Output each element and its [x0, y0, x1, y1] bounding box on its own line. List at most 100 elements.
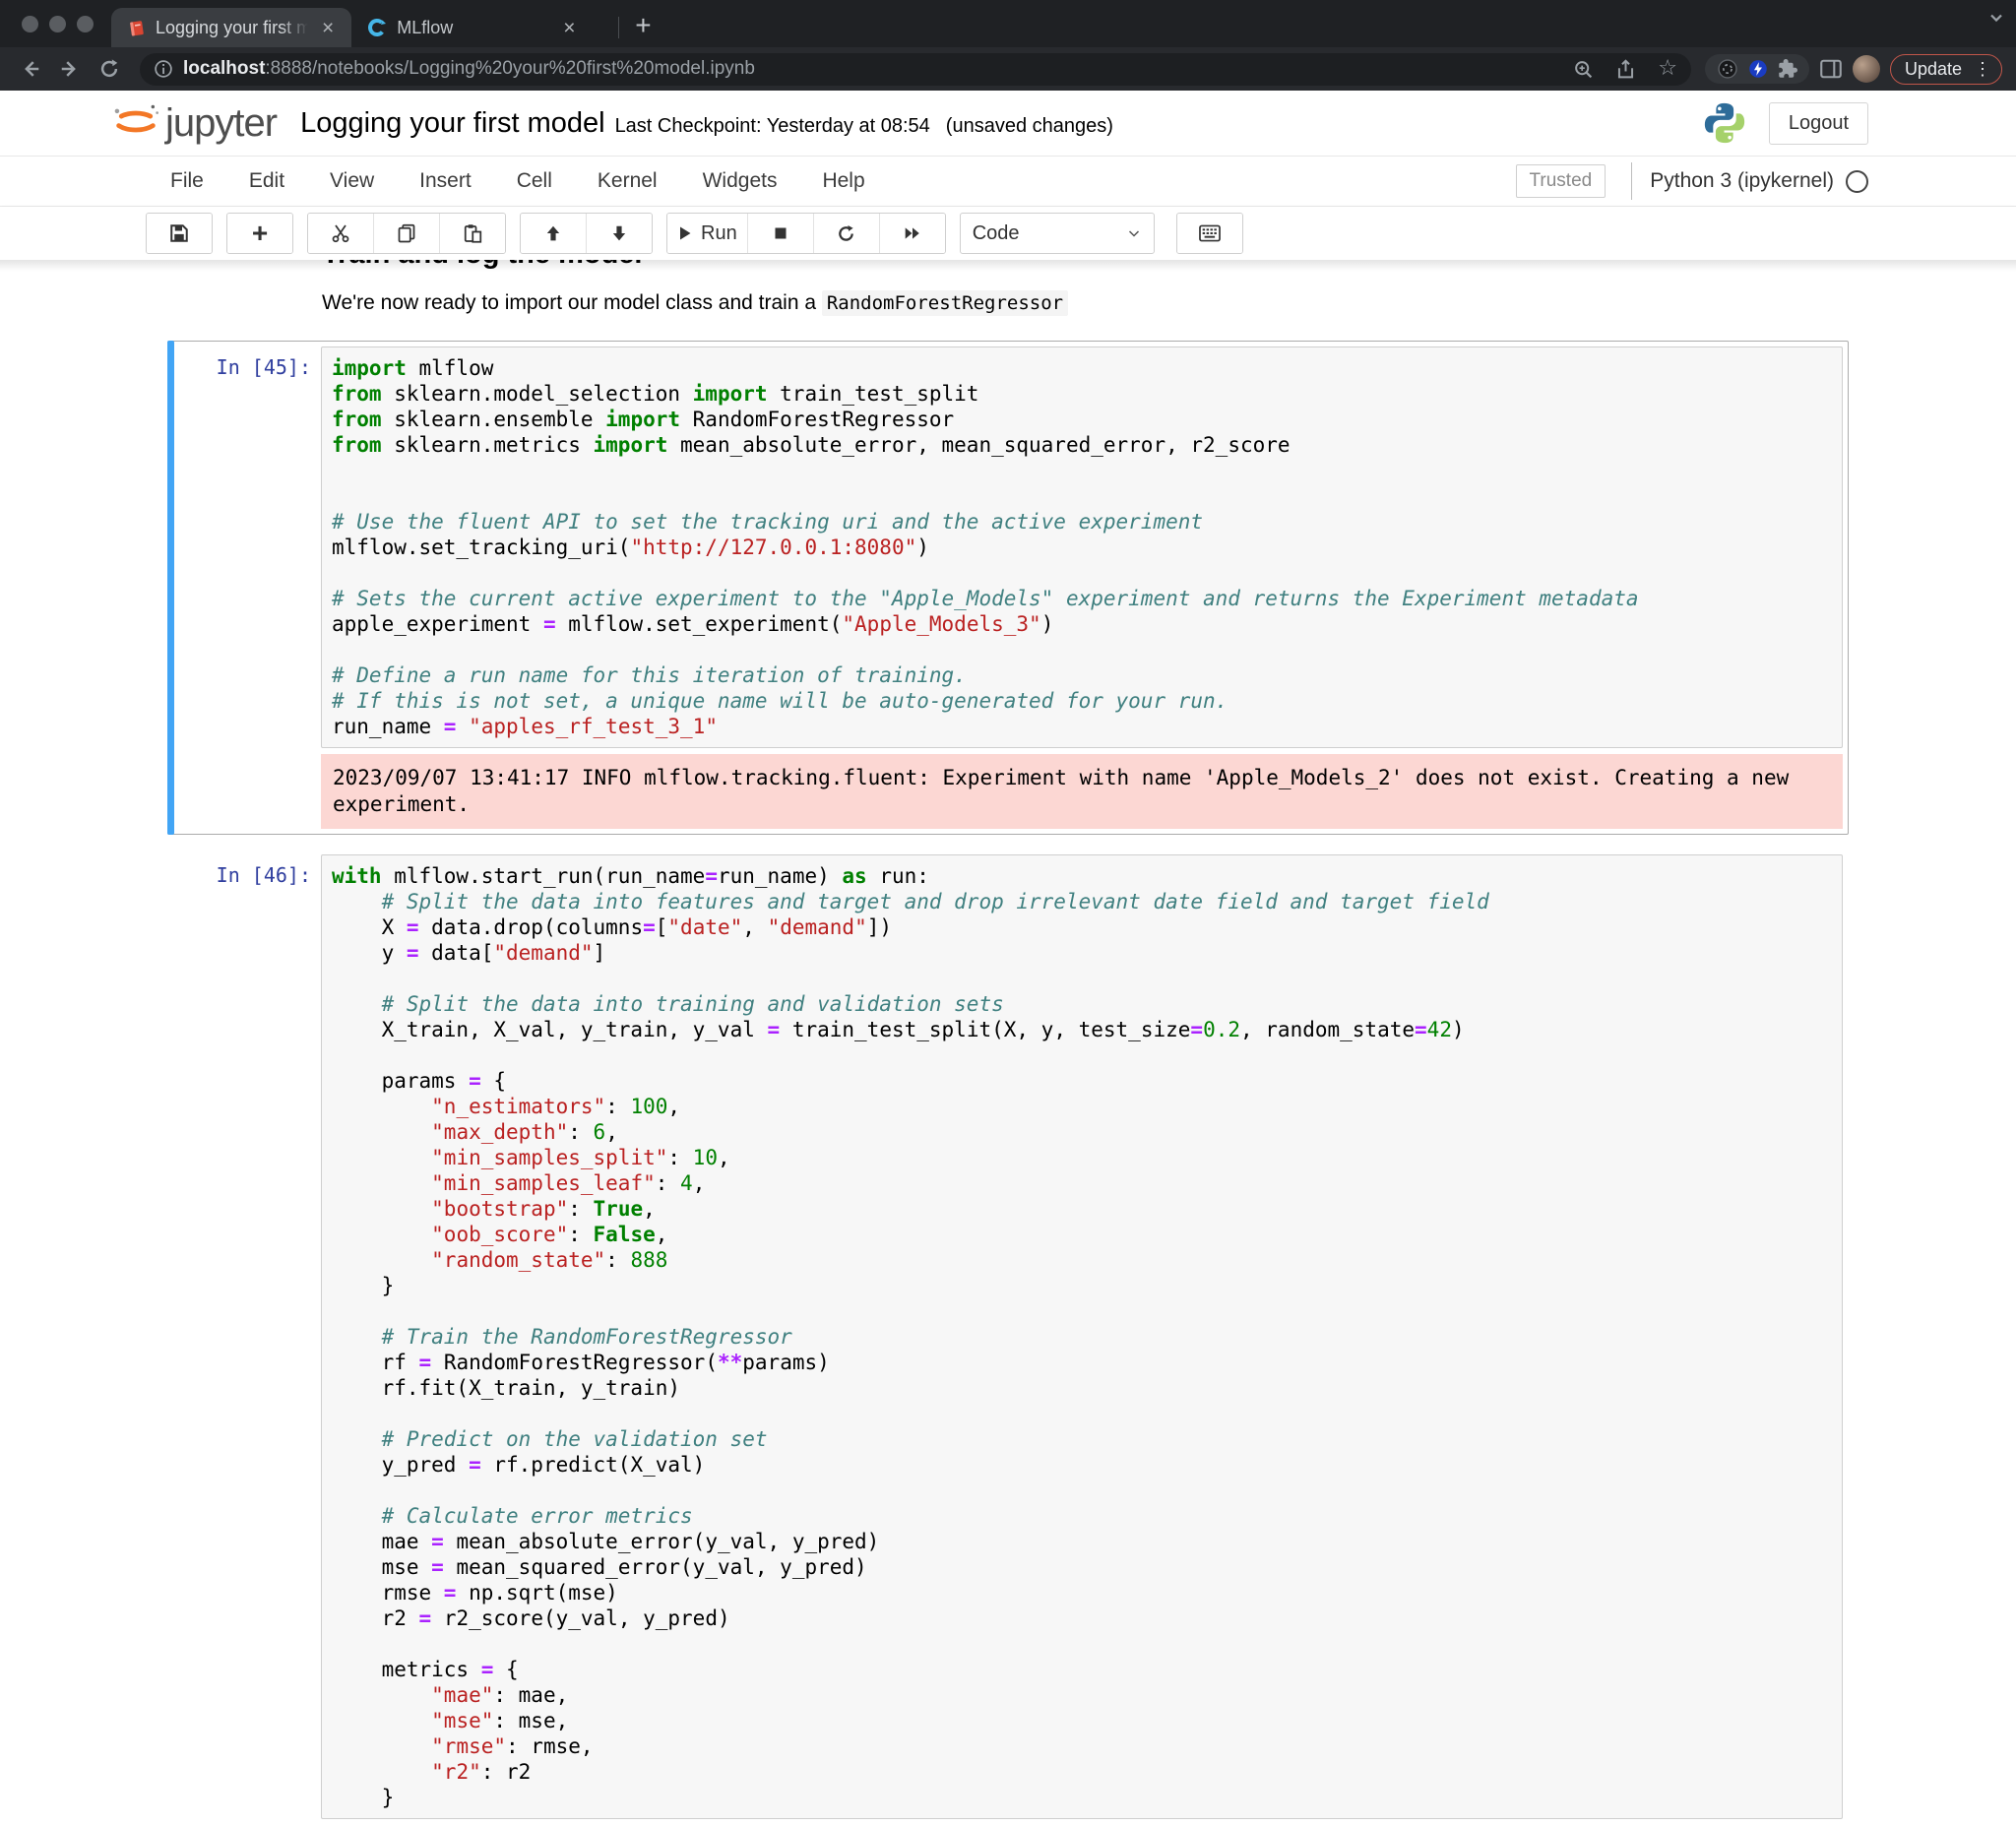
copy-icon	[397, 223, 416, 243]
move-cell-up-button[interactable]	[521, 214, 586, 253]
browser-toolbar: localhost:8888/notebooks/Logging%20your%…	[0, 47, 2016, 91]
add-cell-button[interactable]: +	[227, 214, 292, 253]
site-info-icon[interactable]	[154, 59, 173, 79]
cell-prompt: In [45]:	[173, 346, 321, 748]
menu-item-widgets[interactable]: Widgets	[703, 169, 778, 193]
run-icon	[677, 225, 693, 241]
code-cell-45[interactable]: In [45]: import mlflowfrom sklearn.model…	[167, 341, 1849, 835]
arrow-up-icon	[544, 224, 562, 242]
tab-strip: Logging your first model - Jupy × MLflow…	[0, 0, 2016, 47]
menu-item-insert[interactable]: Insert	[419, 169, 472, 193]
restart-kernel-button[interactable]	[813, 214, 879, 253]
code-input-area[interactable]: import mlflowfrom sklearn.model_selectio…	[321, 346, 1843, 748]
paste-cells-button[interactable]	[439, 214, 505, 253]
inline-code: RandomForestRegressor	[822, 290, 1068, 316]
kernel-idle-icon	[1846, 170, 1868, 193]
menubar: File Edit View Insert Cell Kernel Widget…	[0, 156, 2016, 207]
kernel-name: Python 3 (ipykernel)	[1650, 169, 1834, 193]
interrupt-kernel-button[interactable]	[747, 214, 813, 253]
update-button[interactable]: Update ⋮	[1890, 54, 2002, 85]
trusted-badge: Trusted	[1516, 164, 1606, 198]
menu-item-kernel[interactable]: Kernel	[598, 169, 658, 193]
markdown-heading-clipped: Train and log the model	[322, 260, 1849, 271]
window-minimize-button[interactable]	[49, 16, 66, 32]
checkpoint-status: Last Checkpoint: Yesterday at 08:54	[615, 115, 930, 138]
tab-title: Logging your first model - Jupy	[156, 18, 308, 38]
new-tab-button[interactable]: +	[625, 12, 661, 47]
kernel-indicator: Python 3 (ipykernel)	[1631, 162, 1868, 200]
jupyter-logo[interactable]: jupyter	[110, 100, 277, 146]
arrow-down-icon	[610, 224, 628, 242]
menu-item-file[interactable]: File	[170, 169, 204, 193]
python-kernel-logo	[1702, 100, 1747, 146]
stop-icon	[773, 225, 788, 241]
notebook-toolbar: + Run	[0, 207, 2016, 260]
browser-actions: Update ⋮	[1705, 54, 2002, 85]
extension-lightning-icon[interactable]	[1748, 59, 1768, 79]
markdown-paragraph: We're now ready to import our model clas…	[322, 291, 1849, 315]
back-button[interactable]	[14, 52, 47, 86]
extension-badge-icon[interactable]	[1717, 58, 1738, 80]
jupyter-header: jupyter Logging your first model Last Ch…	[0, 91, 2016, 156]
side-panel-icon[interactable]	[1819, 57, 1843, 81]
restart-icon	[837, 224, 855, 243]
code-input-area[interactable]: with mlflow.start_run(run_name=run_name)…	[321, 854, 1843, 1819]
jupyter-favicon	[127, 19, 146, 37]
cell-output-row: 2023/09/07 13:41:17 INFO mlflow.tracking…	[173, 754, 1843, 829]
notebook-title[interactable]: Logging your first model	[300, 107, 605, 140]
reload-button[interactable]	[93, 52, 126, 86]
profile-avatar[interactable]	[1853, 55, 1880, 83]
command-palette-button[interactable]	[1177, 214, 1242, 253]
extensions-pill	[1705, 54, 1809, 84]
window-close-button[interactable]	[22, 16, 38, 32]
fast-forward-icon	[904, 224, 921, 242]
update-button-label: Update	[1905, 59, 1962, 80]
notebook-body: Train and log the model We're now ready …	[0, 260, 2016, 1826]
save-icon	[169, 223, 189, 243]
cell-type-select[interactable]: Code	[960, 213, 1155, 254]
zoom-icon[interactable]	[1573, 59, 1594, 80]
browser-window: Logging your first model - Jupy × MLflow…	[0, 0, 2016, 1826]
code-cell-46[interactable]: In [46]: with mlflow.start_run(run_name=…	[167, 849, 1849, 1825]
jupyter-wordmark: jupyter	[165, 101, 277, 146]
logout-button[interactable]: Logout	[1769, 102, 1868, 145]
tabstrip-chevron-icon[interactable]	[1986, 8, 2006, 28]
window-controls	[0, 0, 111, 47]
url-path: :8888/notebooks/Logging%20your%20first%2…	[265, 58, 755, 79]
tab-title: MLflow	[397, 18, 549, 38]
mlflow-favicon	[367, 18, 387, 37]
menu-item-edit[interactable]: Edit	[249, 169, 284, 193]
jupyter-planet-icon	[110, 100, 161, 146]
extensions-puzzle-icon[interactable]	[1778, 59, 1797, 79]
url-host: localhost	[183, 58, 265, 79]
move-cell-down-button[interactable]	[586, 214, 652, 253]
selected-cell-indicator	[167, 341, 174, 835]
copy-cells-button[interactable]	[373, 214, 439, 253]
restart-run-all-button[interactable]	[879, 214, 945, 253]
cell-output-stderr: 2023/09/07 13:41:17 INFO mlflow.tracking…	[321, 754, 1843, 829]
paste-icon	[463, 223, 482, 243]
tab-jupyter-notebook[interactable]: Logging your first model - Jupy ×	[111, 8, 351, 47]
chevron-down-icon	[1126, 225, 1142, 241]
menu-item-view[interactable]: View	[330, 169, 374, 193]
menu-item-help[interactable]: Help	[822, 169, 864, 193]
cell-type-value: Code	[973, 222, 1020, 245]
forward-button[interactable]	[53, 52, 87, 86]
menu-item-cell[interactable]: Cell	[517, 169, 552, 193]
run-label: Run	[701, 222, 737, 245]
cut-cells-button[interactable]	[308, 214, 373, 253]
tab-separator	[618, 17, 619, 38]
browser-menu-kebab-icon[interactable]: ⋮	[1970, 60, 1995, 78]
tab-close-icon[interactable]: ×	[559, 17, 579, 39]
run-button[interactable]: Run	[667, 214, 747, 253]
tab-mlflow[interactable]: MLflow ×	[351, 8, 612, 47]
cell-prompt: In [46]:	[173, 854, 321, 1819]
url-input[interactable]: localhost:8888/notebooks/Logging%20your%…	[140, 53, 1691, 86]
save-button[interactable]	[147, 214, 212, 253]
window-zoom-button[interactable]	[77, 16, 94, 32]
tab-close-icon[interactable]: ×	[318, 17, 338, 39]
keyboard-icon	[1199, 222, 1221, 244]
scissors-icon	[331, 223, 350, 243]
share-icon[interactable]	[1615, 59, 1636, 80]
bookmark-star-icon[interactable]: ☆	[1658, 58, 1677, 80]
